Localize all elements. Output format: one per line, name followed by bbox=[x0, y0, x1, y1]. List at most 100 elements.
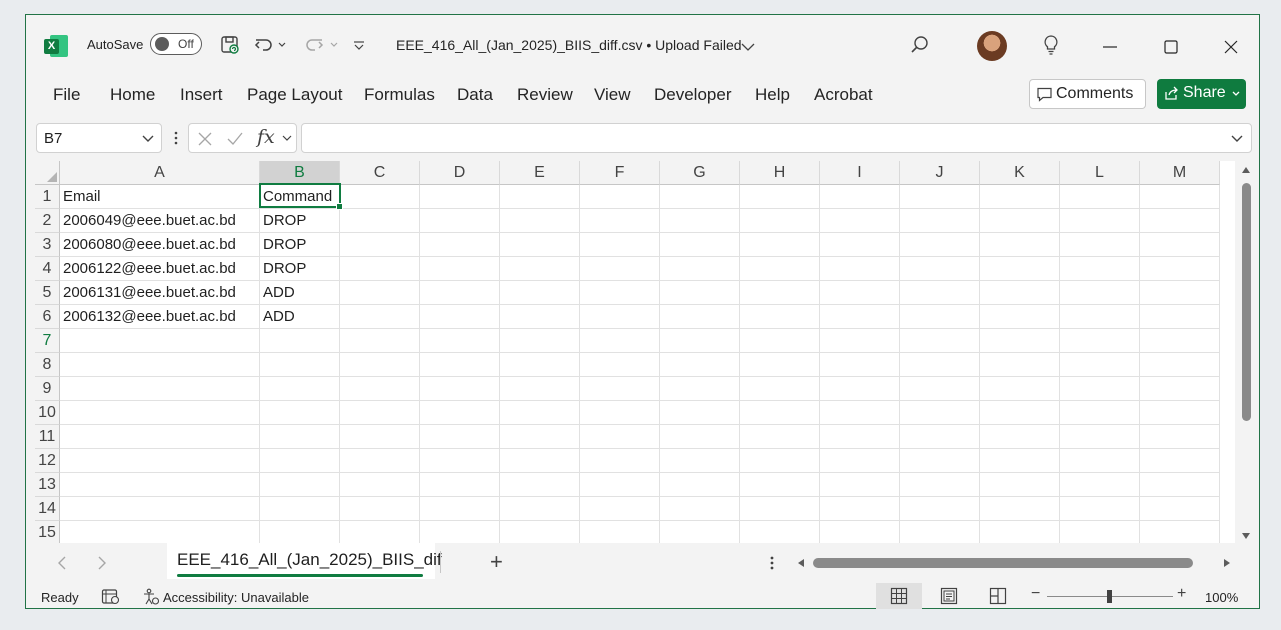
cell-a6[interactable]: 2006132@eee.buet.ac.bd bbox=[60, 305, 260, 329]
undo-icon[interactable] bbox=[252, 33, 276, 57]
view-normal-button[interactable] bbox=[876, 583, 922, 609]
vertical-scroll-thumb[interactable] bbox=[1242, 183, 1251, 421]
cell-g6[interactable] bbox=[660, 305, 740, 329]
cell-k2[interactable] bbox=[980, 209, 1060, 233]
cell-a2[interactable]: 2006049@eee.buet.ac.bd bbox=[60, 209, 260, 233]
cell-j12[interactable] bbox=[900, 449, 980, 473]
cell-e3[interactable] bbox=[500, 233, 580, 257]
row-header-6[interactable]: 6 bbox=[35, 305, 60, 329]
row-header-15[interactable]: 15 bbox=[35, 521, 60, 543]
autosave-toggle[interactable]: Off bbox=[150, 33, 202, 55]
cell-m10[interactable] bbox=[1140, 401, 1220, 425]
cell-d8[interactable] bbox=[420, 353, 500, 377]
column-header-a[interactable]: A bbox=[60, 161, 260, 185]
cell-l13[interactable] bbox=[1060, 473, 1140, 497]
cell-a12[interactable] bbox=[60, 449, 260, 473]
cell-l8[interactable] bbox=[1060, 353, 1140, 377]
zoom-slider-thumb[interactable] bbox=[1107, 590, 1112, 603]
cell-m14[interactable] bbox=[1140, 497, 1220, 521]
cell-d1[interactable] bbox=[420, 185, 500, 209]
cell-f11[interactable] bbox=[580, 425, 660, 449]
cell-e10[interactable] bbox=[500, 401, 580, 425]
cell-h1[interactable] bbox=[740, 185, 820, 209]
row-header-13[interactable]: 13 bbox=[35, 473, 60, 497]
spreadsheet-grid[interactable]: A B C D E F G H I J K L M 1 Email Command 2 2006049@eee.b… bbox=[35, 161, 1235, 543]
cell-j13[interactable] bbox=[900, 473, 980, 497]
tab-home[interactable]: Home bbox=[110, 85, 155, 105]
column-header-e[interactable]: E bbox=[500, 161, 580, 185]
horizontal-scrollbar[interactable] bbox=[794, 555, 1236, 571]
cell-h9[interactable] bbox=[740, 377, 820, 401]
name-box[interactable]: B7 bbox=[36, 123, 162, 153]
column-header-b[interactable]: B bbox=[260, 161, 340, 185]
cell-i9[interactable] bbox=[820, 377, 900, 401]
column-header-i[interactable]: I bbox=[820, 161, 900, 185]
cell-g5[interactable] bbox=[660, 281, 740, 305]
cell-k12[interactable] bbox=[980, 449, 1060, 473]
cell-d10[interactable] bbox=[420, 401, 500, 425]
cell-g10[interactable] bbox=[660, 401, 740, 425]
cell-j9[interactable] bbox=[900, 377, 980, 401]
cell-m5[interactable] bbox=[1140, 281, 1220, 305]
cell-h11[interactable] bbox=[740, 425, 820, 449]
tab-page-layout[interactable]: Page Layout bbox=[247, 85, 342, 105]
cell-b2[interactable]: DROP bbox=[260, 209, 340, 233]
cell-g8[interactable] bbox=[660, 353, 740, 377]
cell-a13[interactable] bbox=[60, 473, 260, 497]
cell-b12[interactable] bbox=[260, 449, 340, 473]
page-break-view-icon[interactable] bbox=[989, 587, 1007, 605]
cell-k3[interactable] bbox=[980, 233, 1060, 257]
cell-f3[interactable] bbox=[580, 233, 660, 257]
column-header-g[interactable]: G bbox=[660, 161, 740, 185]
cell-h14[interactable] bbox=[740, 497, 820, 521]
share-button[interactable]: Share bbox=[1157, 79, 1246, 109]
cell-c3[interactable] bbox=[340, 233, 420, 257]
minimize-icon[interactable] bbox=[1098, 35, 1122, 59]
scroll-right-icon[interactable] bbox=[1222, 558, 1232, 568]
cell-j10[interactable] bbox=[900, 401, 980, 425]
cell-h5[interactable] bbox=[740, 281, 820, 305]
cell-e12[interactable] bbox=[500, 449, 580, 473]
cell-f6[interactable] bbox=[580, 305, 660, 329]
cell-l12[interactable] bbox=[1060, 449, 1140, 473]
cell-f13[interactable] bbox=[580, 473, 660, 497]
cell-j8[interactable] bbox=[900, 353, 980, 377]
cell-a10[interactable] bbox=[60, 401, 260, 425]
column-header-k[interactable]: K bbox=[980, 161, 1060, 185]
zoom-in-button[interactable]: + bbox=[1177, 585, 1186, 603]
customize-toolbar-icon[interactable] bbox=[350, 33, 368, 57]
cell-b7[interactable] bbox=[260, 329, 340, 353]
zoom-out-button[interactable]: − bbox=[1031, 585, 1040, 603]
cell-i6[interactable] bbox=[820, 305, 900, 329]
tab-insert[interactable]: Insert bbox=[180, 85, 223, 105]
cell-f15[interactable] bbox=[580, 521, 660, 543]
cell-c2[interactable] bbox=[340, 209, 420, 233]
cell-c13[interactable] bbox=[340, 473, 420, 497]
cell-h10[interactable] bbox=[740, 401, 820, 425]
cell-i8[interactable] bbox=[820, 353, 900, 377]
cell-c15[interactable] bbox=[340, 521, 420, 543]
cell-k13[interactable] bbox=[980, 473, 1060, 497]
tab-data[interactable]: Data bbox=[457, 85, 493, 105]
cell-d7[interactable] bbox=[420, 329, 500, 353]
scroll-up-icon[interactable] bbox=[1241, 165, 1251, 175]
column-header-m[interactable]: M bbox=[1140, 161, 1220, 185]
cell-f9[interactable] bbox=[580, 377, 660, 401]
cell-g7[interactable] bbox=[660, 329, 740, 353]
column-header-c[interactable]: C bbox=[340, 161, 420, 185]
cell-c11[interactable] bbox=[340, 425, 420, 449]
cell-a7[interactable] bbox=[60, 329, 260, 353]
redo-dropdown-icon[interactable] bbox=[328, 33, 340, 57]
column-header-j[interactable]: J bbox=[900, 161, 980, 185]
cell-e7[interactable] bbox=[500, 329, 580, 353]
cell-g13[interactable] bbox=[660, 473, 740, 497]
cell-e13[interactable] bbox=[500, 473, 580, 497]
horizontal-scroll-thumb[interactable] bbox=[813, 558, 1193, 568]
cell-m3[interactable] bbox=[1140, 233, 1220, 257]
cell-a14[interactable] bbox=[60, 497, 260, 521]
cell-c6[interactable] bbox=[340, 305, 420, 329]
cell-a4[interactable]: 2006122@eee.buet.ac.bd bbox=[60, 257, 260, 281]
cell-e2[interactable] bbox=[500, 209, 580, 233]
cell-j3[interactable] bbox=[900, 233, 980, 257]
cell-b15[interactable] bbox=[260, 521, 340, 543]
